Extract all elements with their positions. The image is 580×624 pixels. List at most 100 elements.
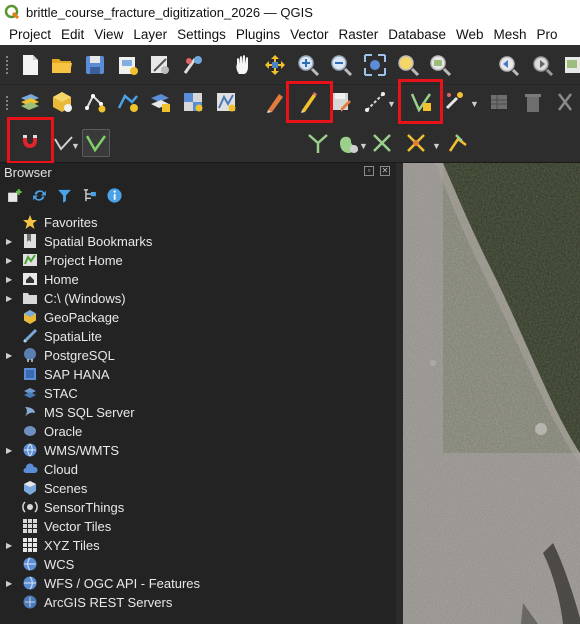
self-snapping-icon[interactable]: [370, 131, 394, 155]
list-item[interactable]: Favorites: [0, 213, 396, 232]
add-raster-layer-icon[interactable]: [181, 90, 205, 114]
list-item[interactable]: GeoPackage: [0, 308, 396, 327]
zoom-out-icon[interactable]: [329, 53, 353, 77]
new-project-icon[interactable]: [18, 53, 42, 77]
list-item-label: Favorites: [44, 215, 98, 230]
new-temporary-layer-icon[interactable]: [116, 90, 140, 114]
wfs-icon: [22, 575, 38, 591]
highlight-enable-snapping: [7, 117, 54, 164]
open-project-icon[interactable]: [50, 53, 74, 77]
expand-arrow-icon[interactable]: ▶: [6, 256, 12, 265]
zoom-to-layer-icon[interactable]: [428, 53, 452, 77]
refresh-icon[interactable]: [31, 187, 48, 204]
menu-project[interactable]: Project: [0, 24, 56, 45]
list-item[interactable]: SAP HANA: [0, 365, 396, 384]
list-item[interactable]: SensorThings: [0, 498, 396, 517]
pan-map-icon[interactable]: [231, 53, 255, 77]
menu-processing[interactable]: Pro: [532, 24, 563, 45]
qgis-logo-icon: [4, 4, 20, 20]
filter-icon[interactable]: [56, 187, 73, 204]
new-print-layout-icon[interactable]: [116, 53, 140, 77]
expand-arrow-icon[interactable]: ▶: [6, 446, 12, 455]
collapse-all-icon[interactable]: [81, 187, 98, 204]
modify-attributes-icon[interactable]: [443, 90, 467, 114]
new-map-view-icon[interactable]: [563, 53, 580, 77]
menu-database[interactable]: Database: [383, 24, 451, 45]
zoom-full-icon[interactable]: [363, 53, 387, 77]
menu-layer[interactable]: Layer: [128, 24, 172, 45]
title-bar: brittle_course_fracture_digitization_202…: [0, 0, 580, 24]
highlight-toggle-editing: [286, 81, 333, 123]
list-item[interactable]: ▶ WMS/WMTS: [0, 441, 396, 460]
float-panel-icon[interactable]: ▫: [364, 166, 374, 176]
snapping-intersection-icon[interactable]: [404, 131, 428, 155]
snapping-type-icon[interactable]: [82, 129, 110, 157]
list-item[interactable]: SpatiaLite: [0, 327, 396, 346]
attribute-table-edit-icon[interactable]: [487, 90, 511, 114]
chevron-down-icon[interactable]: ▼: [470, 99, 479, 109]
toolbar-grip[interactable]: [5, 95, 9, 111]
menu-settings[interactable]: Settings: [172, 24, 231, 45]
menu-vector[interactable]: Vector: [285, 24, 333, 45]
list-item[interactable]: MS SQL Server: [0, 403, 396, 422]
zoom-to-selection-icon[interactable]: [396, 53, 420, 77]
add-vector-layer-icon[interactable]: [214, 90, 238, 114]
chevron-down-icon[interactable]: ▼: [432, 141, 441, 151]
menu-view[interactable]: View: [89, 24, 128, 45]
chevron-down-icon[interactable]: ▼: [359, 141, 368, 151]
menu-mesh[interactable]: Mesh: [489, 24, 532, 45]
panel-splitter[interactable]: [396, 163, 403, 624]
menu-raster[interactable]: Raster: [333, 24, 383, 45]
browser-panel: Browser ▫ ✕ Favorites ▶ Spatial Bookmark…: [0, 163, 396, 624]
delete-selected-icon[interactable]: [521, 90, 545, 114]
zoom-next-icon[interactable]: [530, 53, 554, 77]
chevron-down-icon[interactable]: ▼: [387, 99, 396, 109]
menu-plugins[interactable]: Plugins: [231, 24, 285, 45]
info-icon[interactable]: [106, 187, 123, 204]
list-item[interactable]: ArcGIS REST Servers: [0, 593, 396, 612]
close-panel-icon[interactable]: ✕: [380, 166, 390, 176]
list-item[interactable]: Cloud: [0, 460, 396, 479]
list-item[interactable]: Scenes: [0, 479, 396, 498]
snapping-on-intersection-icon[interactable]: [337, 131, 361, 155]
map-canvas[interactable]: [403, 163, 580, 624]
current-edits-icon[interactable]: [263, 90, 287, 114]
zoom-in-icon[interactable]: [296, 53, 320, 77]
new-shapefile-layer-icon[interactable]: [83, 90, 107, 114]
toolbar-grip[interactable]: [5, 55, 9, 74]
add-selected-layers-icon[interactable]: [6, 187, 23, 204]
pan-to-selection-icon[interactable]: [263, 53, 287, 77]
expand-arrow-icon[interactable]: ▶: [6, 351, 12, 360]
list-item[interactable]: Vector Tiles: [0, 517, 396, 536]
list-item[interactable]: STAC: [0, 384, 396, 403]
new-virtual-layer-icon[interactable]: [148, 90, 172, 114]
style-manager-icon[interactable]: [181, 53, 205, 77]
list-item[interactable]: ▶ Spatial Bookmarks: [0, 232, 396, 251]
list-item[interactable]: ▶ PostgreSQL: [0, 346, 396, 365]
new-geopackage-layer-icon[interactable]: [50, 90, 74, 114]
expand-arrow-icon[interactable]: ▶: [6, 541, 12, 550]
expand-arrow-icon[interactable]: ▶: [6, 275, 12, 284]
list-item[interactable]: WCS: [0, 555, 396, 574]
list-item-label: Spatial Bookmarks: [44, 234, 153, 249]
cut-features-icon[interactable]: [553, 90, 577, 114]
save-project-icon[interactable]: [83, 53, 107, 77]
digitize-line-icon[interactable]: [363, 90, 387, 114]
expand-arrow-icon[interactable]: ▶: [6, 294, 12, 303]
chevron-down-icon[interactable]: ▼: [71, 141, 80, 151]
layout-manager-icon[interactable]: [148, 53, 172, 77]
list-item[interactable]: Oracle: [0, 422, 396, 441]
menu-web[interactable]: Web: [451, 24, 489, 45]
list-item[interactable]: ▶ C:\ (Windows): [0, 289, 396, 308]
list-item[interactable]: ▶ XYZ Tiles: [0, 536, 396, 555]
list-item[interactable]: ▶ WFS / OGC API - Features: [0, 574, 396, 593]
list-item[interactable]: ▶ Home: [0, 270, 396, 289]
menu-edit[interactable]: Edit: [56, 24, 89, 45]
zoom-last-icon[interactable]: [496, 53, 520, 77]
tracing-icon[interactable]: [446, 131, 470, 155]
expand-arrow-icon[interactable]: ▶: [6, 237, 12, 246]
open-data-source-manager-icon[interactable]: [18, 90, 42, 114]
expand-arrow-icon[interactable]: ▶: [6, 579, 12, 588]
list-item[interactable]: ▶ Project Home: [0, 251, 396, 270]
topological-editing-icon[interactable]: [306, 131, 330, 155]
